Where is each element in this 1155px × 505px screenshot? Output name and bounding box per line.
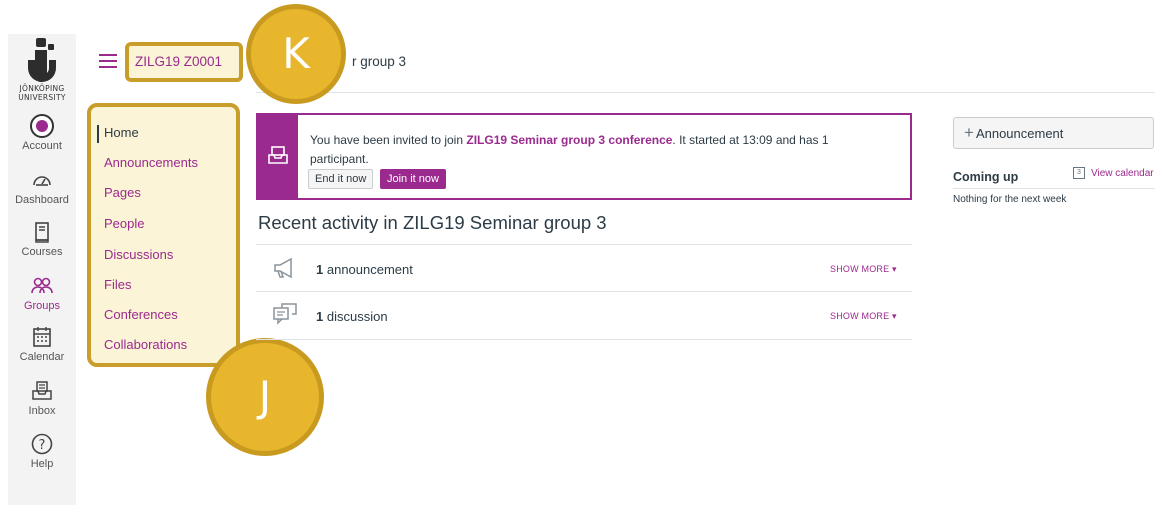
banner-side bbox=[258, 115, 298, 198]
course-nav-discussions[interactable]: Discussions bbox=[104, 247, 173, 262]
course-nav-home[interactable]: Home bbox=[104, 125, 139, 140]
logo-text-line1: JÖNKÖPING bbox=[19, 84, 65, 93]
nav-account[interactable]: Account bbox=[8, 114, 76, 152]
recent-activity-title: Recent activity in ZILG19 Seminar group … bbox=[258, 212, 607, 233]
help-question-icon: ? bbox=[31, 433, 53, 455]
conference-banner: You have been invited to join ZILG19 Sem… bbox=[256, 113, 912, 200]
activity-divider bbox=[256, 339, 912, 340]
svg-text:?: ? bbox=[39, 438, 46, 453]
add-announcement-button[interactable]: + Announcement bbox=[953, 117, 1154, 149]
logo-mark-icon bbox=[28, 38, 56, 82]
account-avatar-icon bbox=[30, 114, 54, 138]
coming-up-heading: Coming up bbox=[953, 170, 1019, 184]
course-nav-announcements[interactable]: Announcements bbox=[104, 155, 198, 170]
callout-j: J bbox=[206, 338, 324, 456]
nav-calendar-label: Calendar bbox=[19, 351, 65, 363]
conference-text-before: You have been invited to join bbox=[310, 133, 467, 147]
global-nav: JÖNKÖPING UNIVERSITY Account Dashboard C… bbox=[8, 34, 76, 505]
coming-up-divider bbox=[953, 188, 1155, 189]
callout-k: K bbox=[246, 4, 346, 104]
join-conference-button[interactable]: Join it now bbox=[380, 169, 446, 189]
conference-icon bbox=[268, 146, 288, 164]
activity-divider bbox=[256, 244, 912, 245]
calendar-icon bbox=[33, 327, 51, 347]
nav-help-label: Help bbox=[30, 458, 54, 470]
book-icon bbox=[35, 222, 49, 243]
discussion-bubbles-icon bbox=[273, 303, 297, 325]
nav-inbox-label: Inbox bbox=[28, 405, 56, 417]
nav-calendar[interactable]: Calendar bbox=[8, 325, 76, 363]
activity-label-announcement: 1 announcement bbox=[316, 262, 413, 277]
plus-icon: + bbox=[964, 123, 974, 142]
logo-text-line2: UNIVERSITY bbox=[18, 93, 66, 102]
groups-people-icon bbox=[31, 277, 53, 294]
breadcrumb-group: r group 3 bbox=[352, 54, 407, 69]
course-nav-conferences[interactable]: Conferences bbox=[104, 307, 178, 322]
coming-up-empty-text: Nothing for the next week bbox=[953, 194, 1067, 205]
nav-dashboard-label: Dashboard bbox=[15, 194, 69, 206]
dashboard-gauge-icon bbox=[33, 176, 51, 186]
view-calendar-link[interactable]: View calendar bbox=[1091, 168, 1154, 179]
conference-name-link[interactable]: ZILG19 Seminar group 3 conference bbox=[466, 133, 672, 147]
calendar-small-icon: 3 bbox=[1073, 167, 1085, 179]
inbox-tray-icon bbox=[32, 381, 52, 400]
nav-groups[interactable]: Groups bbox=[8, 274, 76, 312]
header-divider bbox=[256, 92, 1155, 93]
megaphone-icon bbox=[274, 257, 292, 279]
activity-label-discussion: 1 discussion bbox=[316, 309, 388, 324]
conference-message: You have been invited to join ZILG19 Sem… bbox=[310, 131, 890, 169]
nav-courses[interactable]: Courses bbox=[8, 220, 76, 258]
activity-divider bbox=[256, 291, 912, 292]
add-announcement-label: Announcement bbox=[975, 126, 1064, 141]
show-more-announcements-link[interactable]: SHOW MORE ▾ bbox=[830, 264, 897, 275]
menu-toggle-icon[interactable] bbox=[99, 54, 117, 68]
breadcrumb-course-link[interactable]: ZILG19 Z0001 bbox=[135, 54, 222, 69]
nav-dashboard[interactable]: Dashboard bbox=[8, 168, 76, 206]
course-nav-collaborations[interactable]: Collaborations bbox=[104, 337, 187, 352]
nav-courses-label: Courses bbox=[21, 246, 63, 258]
show-more-discussions-link[interactable]: SHOW MORE ▾ bbox=[830, 311, 897, 322]
active-indicator bbox=[97, 125, 99, 143]
nav-help[interactable]: ? Help bbox=[8, 432, 76, 470]
nav-account-label: Account bbox=[22, 140, 62, 152]
course-nav-pages[interactable]: Pages bbox=[104, 185, 141, 200]
university-logo[interactable]: JÖNKÖPING UNIVERSITY bbox=[8, 36, 76, 102]
nav-groups-label: Groups bbox=[23, 300, 61, 312]
nav-inbox[interactable]: Inbox bbox=[8, 379, 76, 417]
course-nav-files[interactable]: Files bbox=[104, 277, 131, 292]
course-nav-people[interactable]: People bbox=[104, 216, 144, 231]
end-conference-button[interactable]: End it now bbox=[308, 169, 374, 189]
course-nav: Home Announcements Pages People Discussi… bbox=[87, 103, 240, 367]
